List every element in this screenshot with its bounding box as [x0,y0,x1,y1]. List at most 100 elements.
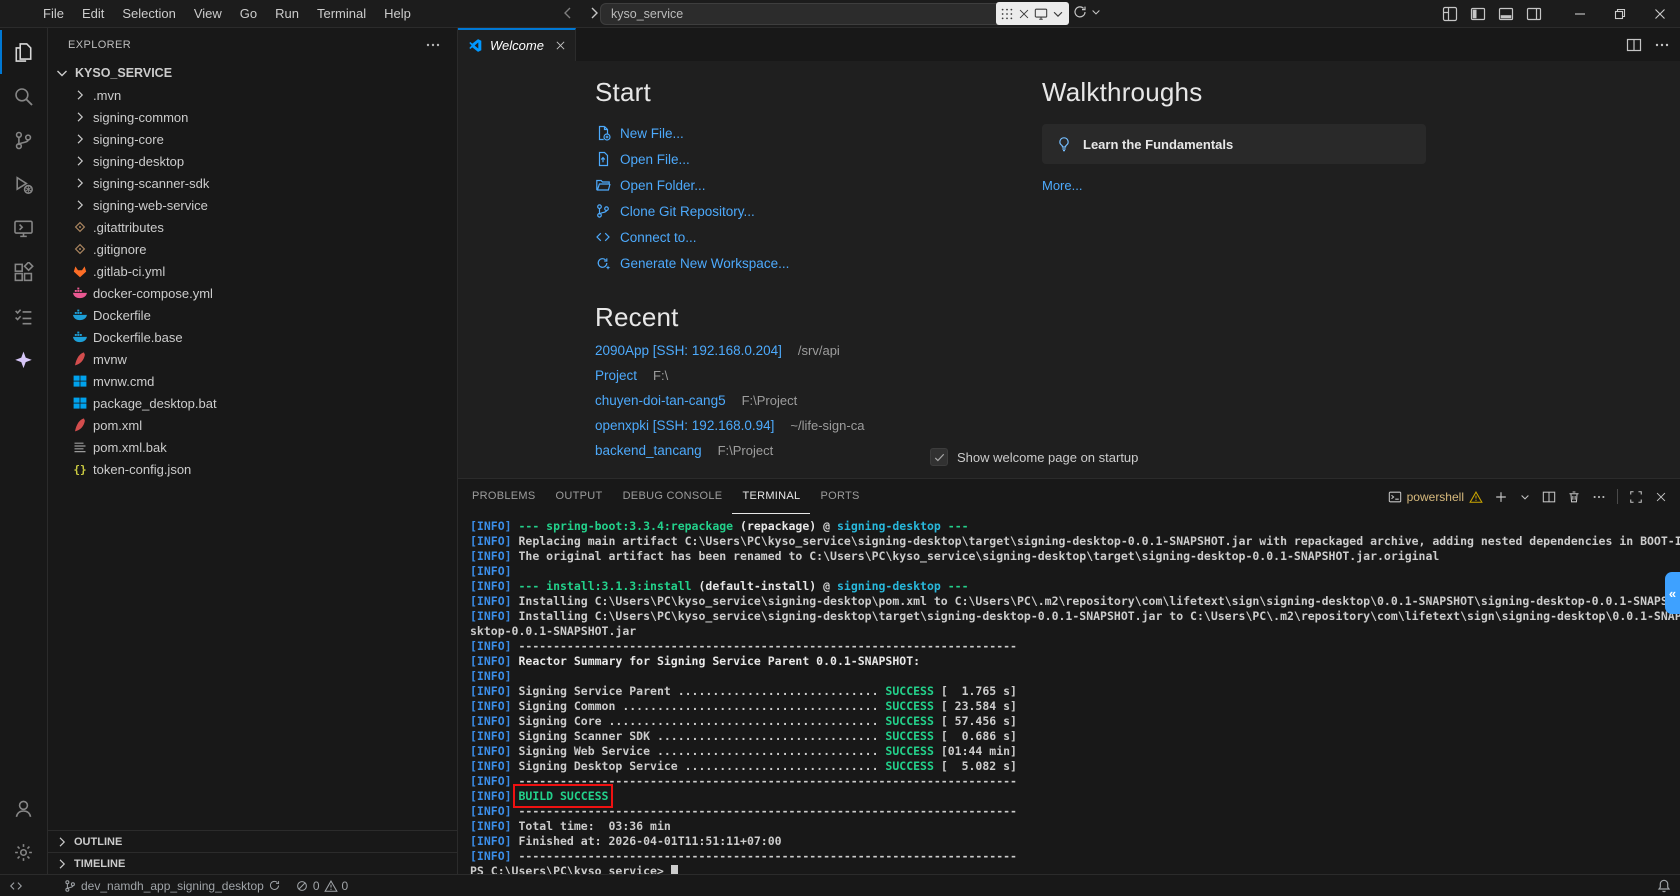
maximize-panel-icon[interactable] [1629,490,1643,504]
start-link-generate-new-workspace[interactable]: Generate New Workspace... [595,250,1680,276]
recent-link[interactable]: chuyen-doi-tan-cang5 [595,393,726,408]
warning-count: 0 [342,879,349,893]
section-label: TIMELINE [74,858,125,870]
command-center-search[interactable]: kyso_service [600,3,1042,25]
sync-dropdown[interactable] [1072,4,1102,20]
chevron-down-icon[interactable] [1051,7,1065,21]
panel-tab-problems[interactable]: PROBLEMS [462,479,546,514]
close-panel-icon[interactable] [1654,490,1668,504]
recent-link[interactable]: openxpki [SSH: 192.168.0.94] [595,418,774,433]
menu-go[interactable]: Go [231,2,266,25]
terminal-cursor [671,865,678,874]
section-outline[interactable]: OUTLINE [48,830,457,852]
activity-remote-explorer[interactable] [0,206,47,250]
recent-link[interactable]: Project [595,368,637,383]
activity-extensions[interactable] [0,250,47,294]
tree-item-signing-desktop[interactable]: signing-desktop [48,150,457,172]
tree-item-signing-common[interactable]: signing-common [48,106,457,128]
tree-item-signing-web-service[interactable]: signing-web-service [48,194,457,216]
panel-more-icon[interactable] [1592,490,1606,504]
recent-link[interactable]: 2090App [SSH: 192.168.0.204] [595,343,782,358]
terminal-output[interactable]: [INFO] --- spring-boot:3.3.4:repackage (… [458,514,1680,874]
back-icon[interactable] [560,5,576,21]
start-link-label: Connect to... [620,230,697,245]
grid-dots-icon[interactable] [1000,7,1014,21]
tree-item-signing-core[interactable]: signing-core [48,128,457,150]
section-timeline[interactable]: TIMELINE [48,852,457,874]
activity-settings[interactable] [0,830,47,874]
shell-name: powershell [1407,490,1464,504]
show-welcome-checkbox[interactable] [930,448,948,466]
menu-help[interactable]: Help [375,2,420,25]
tree-item-token-config-json[interactable]: {}token-config.json [48,458,457,480]
toggle-panel-icon[interactable] [1498,6,1514,22]
start-link-clone-git-repository[interactable]: Clone Git Repository... [595,198,1680,224]
tree-item-mvnw[interactable]: mvnw [48,348,457,370]
menu-edit[interactable]: Edit [73,2,113,25]
tree-item--mvn[interactable]: .mvn [48,84,457,106]
kill-terminal-icon[interactable] [1567,490,1581,504]
menu-terminal[interactable]: Terminal [308,2,375,25]
activity-search[interactable] [0,74,47,118]
activity-run-debug[interactable] [0,162,47,206]
tree-item-package-desktop-bat[interactable]: package_desktop.bat [48,392,457,414]
tree-item-docker-compose-yml[interactable]: docker-compose.yml [48,282,457,304]
remote-indicator[interactable] [2,875,30,896]
restore-button[interactable] [1600,0,1640,28]
x-mark-icon[interactable] [1017,7,1031,21]
toggle-sidebar-icon[interactable] [1470,6,1486,22]
activity-explorer[interactable] [0,30,47,74]
close-icon [1652,6,1668,22]
activity-bar [0,28,48,874]
recent-link[interactable]: backend_tancang [595,443,702,458]
activity-source-control[interactable] [0,118,47,162]
panel-tab-debug-console[interactable]: DEBUG CONSOLE [613,479,733,514]
split-editor-icon[interactable] [1626,37,1642,53]
branch-name: dev_namdh_app_signing_desktop [81,879,264,893]
close-tab-icon[interactable] [554,39,567,52]
task-list-icon [13,306,34,327]
split-terminal-icon[interactable] [1542,490,1556,504]
toggle-secondary-sidebar-icon[interactable] [1526,6,1542,22]
tree-item-dockerfile-base[interactable]: Dockerfile.base [48,326,457,348]
monitor-icon[interactable] [1034,7,1048,21]
chevron-right-icon [54,856,70,872]
edge-flap-button[interactable]: « [1665,572,1680,614]
walkthrough-learn-fundamentals[interactable]: Learn the Fundamentals [1042,124,1426,164]
tree-root[interactable]: KYSO_SERVICE [48,62,457,84]
start-link-connect-to[interactable]: Connect to... [595,224,1680,250]
new-terminal-icon[interactable] [1494,490,1508,504]
tab-welcome[interactable]: Welcome [458,28,576,61]
explorer-more-icon[interactable] [425,37,441,53]
tree-item-pom-xml-bak[interactable]: pom.xml.bak [48,436,457,458]
terminal-dropdown-icon[interactable] [1519,491,1531,503]
terminal-line: sktop-0.0.1-SNAPSHOT.jar [470,624,1680,639]
editor-more-icon[interactable] [1654,37,1670,53]
panel-tab-terminal[interactable]: TERMINAL [732,479,810,514]
terminal-instance-powershell[interactable]: powershell [1388,490,1483,504]
walkthroughs-more-link[interactable]: More... [1042,178,1426,193]
menu-view[interactable]: View [185,2,231,25]
menu-selection[interactable]: Selection [113,2,184,25]
tree-item-mvnw-cmd[interactable]: mvnw.cmd [48,370,457,392]
problems-item[interactable]: 0 0 [288,875,355,896]
menu-run[interactable]: Run [266,2,308,25]
tree-item-dockerfile[interactable]: Dockerfile [48,304,457,326]
tree-item--gitlab-ci-yml[interactable]: .gitlab-ci.yml [48,260,457,282]
customize-layout-icon[interactable] [1442,6,1458,22]
menu-file[interactable]: File [34,2,73,25]
activity-account[interactable] [0,786,47,830]
activity-sparkle[interactable] [0,338,47,382]
panel-tab-ports[interactable]: PORTS [810,479,869,514]
panel-tab-output[interactable]: OUTPUT [546,479,613,514]
activity-task-list[interactable] [0,294,47,338]
minimize-button[interactable] [1560,0,1600,28]
git-branch-item[interactable]: dev_namdh_app_signing_desktop [56,875,288,896]
tree-item--gitignore[interactable]: .gitignore [48,238,457,260]
close-window-button[interactable] [1640,0,1680,28]
tree-item-signing-scanner-sdk[interactable]: signing-scanner-sdk [48,172,457,194]
tree-item--gitattributes[interactable]: .gitattributes [48,216,457,238]
notifications-bell-icon[interactable] [1656,878,1672,894]
tree-item-pom-xml[interactable]: pom.xml [48,414,457,436]
maven-icon [72,417,88,433]
